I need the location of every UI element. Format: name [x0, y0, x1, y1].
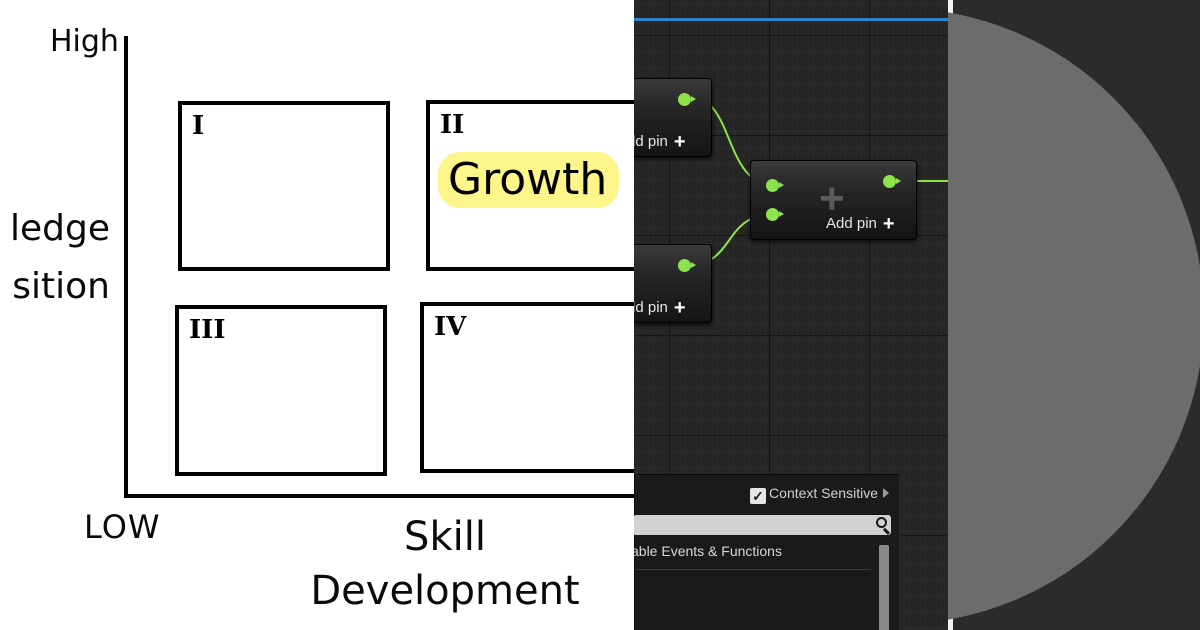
- add-pin-label: dd pin: [634, 133, 668, 150]
- add-pin-button[interactable]: dd pin +: [634, 297, 686, 320]
- grey-circle-shape: [948, 8, 1200, 624]
- output-pin[interactable]: [678, 259, 696, 272]
- plus-icon: +: [673, 131, 686, 153]
- y-axis-high-label: High: [50, 24, 119, 59]
- add-pin-label: dd pin: [634, 299, 668, 316]
- plus-icon: +: [673, 297, 686, 319]
- add-pin-button[interactable]: Add pin +: [826, 213, 895, 236]
- math-node-bottom[interactable]: dd pin +: [634, 244, 712, 323]
- context-sensitive-label: Context Sensitive: [769, 485, 878, 501]
- quadrant-3: III: [175, 305, 387, 476]
- blueprint-graph[interactable]: dd pin + dd pin + + Add pin + ✓Context Sens…: [634, 0, 948, 630]
- y-axis-line: [124, 36, 128, 498]
- context-sensitive-toggle[interactable]: ✓ Context Sensitive: [750, 485, 889, 504]
- quadrant-1-numeral: I: [192, 111, 205, 141]
- add-node[interactable]: + Add pin +: [750, 160, 917, 240]
- y-axis-title-line2: sition: [12, 266, 110, 307]
- action-category-item[interactable]: able Events & Functions: [634, 543, 782, 559]
- circle-graphic-panel: [948, 0, 1200, 630]
- math-node-top[interactable]: dd pin +: [634, 78, 712, 157]
- add-pin-label: Add pin: [826, 215, 877, 232]
- quadrant-2: II Growth: [426, 100, 634, 271]
- matrix-canvas: High ledge sition LOW Skill Development …: [0, 0, 634, 630]
- input-pin-a[interactable]: [766, 179, 784, 192]
- output-pin[interactable]: [883, 175, 901, 188]
- checkbox-checked-icon[interactable]: ✓: [750, 488, 767, 504]
- x-axis-title-line1: Skill: [404, 514, 486, 560]
- search-icon[interactable]: [876, 517, 887, 528]
- x-axis-low-label: LOW: [84, 508, 161, 546]
- x-axis-title: Skill Development: [300, 510, 590, 618]
- action-search-input[interactable]: [634, 515, 891, 535]
- x-axis-line: [124, 494, 634, 498]
- quadrant-2-numeral: II: [440, 110, 465, 140]
- plus-icon: +: [882, 213, 895, 235]
- quadrant-4-numeral: IV: [434, 312, 467, 342]
- x-axis-title-line2: Development: [310, 568, 580, 614]
- add-pin-button[interactable]: dd pin +: [634, 131, 686, 154]
- list-divider: [635, 569, 871, 570]
- growth-highlight: Growth: [438, 152, 620, 208]
- action-menu: ✓ Context Sensitive able Events & Functio…: [634, 474, 900, 630]
- expand-arrow-icon[interactable]: [883, 488, 889, 498]
- action-list-scrollbar[interactable]: [879, 545, 889, 630]
- quadrant-3-numeral: III: [189, 315, 226, 345]
- quadrant-1: I: [178, 101, 390, 271]
- quadrant-4: IV: [420, 302, 634, 473]
- output-pin[interactable]: [678, 93, 696, 106]
- y-axis-title-line1: ledge: [9, 208, 110, 249]
- y-axis-title: ledge sition: [0, 200, 110, 316]
- input-pin-b[interactable]: [766, 208, 784, 221]
